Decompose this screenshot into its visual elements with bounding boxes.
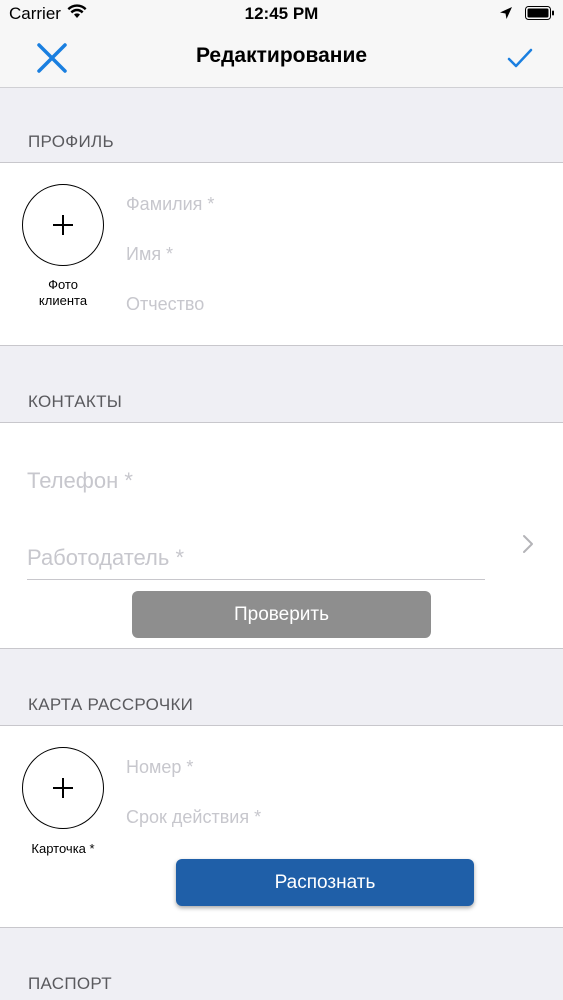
status-time: 12:45 PM: [244, 4, 319, 23]
employer-field[interactable]: Работодатель *: [27, 545, 184, 571]
first-name-field[interactable]: Имя *: [126, 244, 173, 265]
client-photo-button[interactable]: [22, 184, 104, 266]
card-number-field[interactable]: Номер *: [126, 757, 193, 778]
contacts-panel: Телефон * Работодатель * Проверить: [0, 422, 563, 649]
profile-section-header: ПРОФИЛЬ: [28, 132, 114, 151]
caption-line-2: клиента: [38, 293, 88, 308]
installment-card-section-header: КАРТА РАССРОЧКИ: [28, 695, 194, 714]
battery-icon: [525, 5, 555, 25]
location-arrow-icon: [499, 5, 513, 25]
card-photo-caption: Карточка *: [31, 841, 95, 856]
card-expiry-field[interactable]: Срок действия *: [126, 807, 261, 828]
middle-name-field[interactable]: Отчество: [126, 294, 204, 315]
installment-card-panel: Карточка * Номер * Срок действия * Распо…: [0, 725, 563, 928]
phone-field[interactable]: Телефон *: [27, 468, 133, 494]
plus-icon: [53, 778, 73, 798]
profile-panel: Фото клиента Фамилия * Имя * Отчество: [0, 162, 563, 346]
caption-line-1: Фото: [48, 277, 78, 292]
checkmark-icon: [507, 48, 533, 68]
recognize-button[interactable]: Распознать: [176, 859, 474, 906]
done-button[interactable]: [505, 43, 535, 73]
page-title: Редактирование: [195, 44, 368, 67]
passport-section-header: ПАСПОРТ: [28, 974, 112, 993]
chevron-right-icon[interactable]: [521, 533, 535, 560]
employer-underline: [27, 579, 485, 580]
contacts-section-header: КОНТАКТЫ: [28, 392, 123, 411]
navigation-bar: Редактирование: [0, 30, 563, 88]
plus-icon: [53, 215, 73, 235]
client-photo-caption: Фото клиента: [22, 277, 104, 309]
check-button[interactable]: Проверить: [132, 591, 431, 638]
status-bar: Carrier 12:45 PM: [0, 0, 563, 30]
status-right: [499, 5, 555, 25]
last-name-field[interactable]: Фамилия *: [126, 194, 214, 215]
card-photo-button[interactable]: [22, 747, 104, 829]
